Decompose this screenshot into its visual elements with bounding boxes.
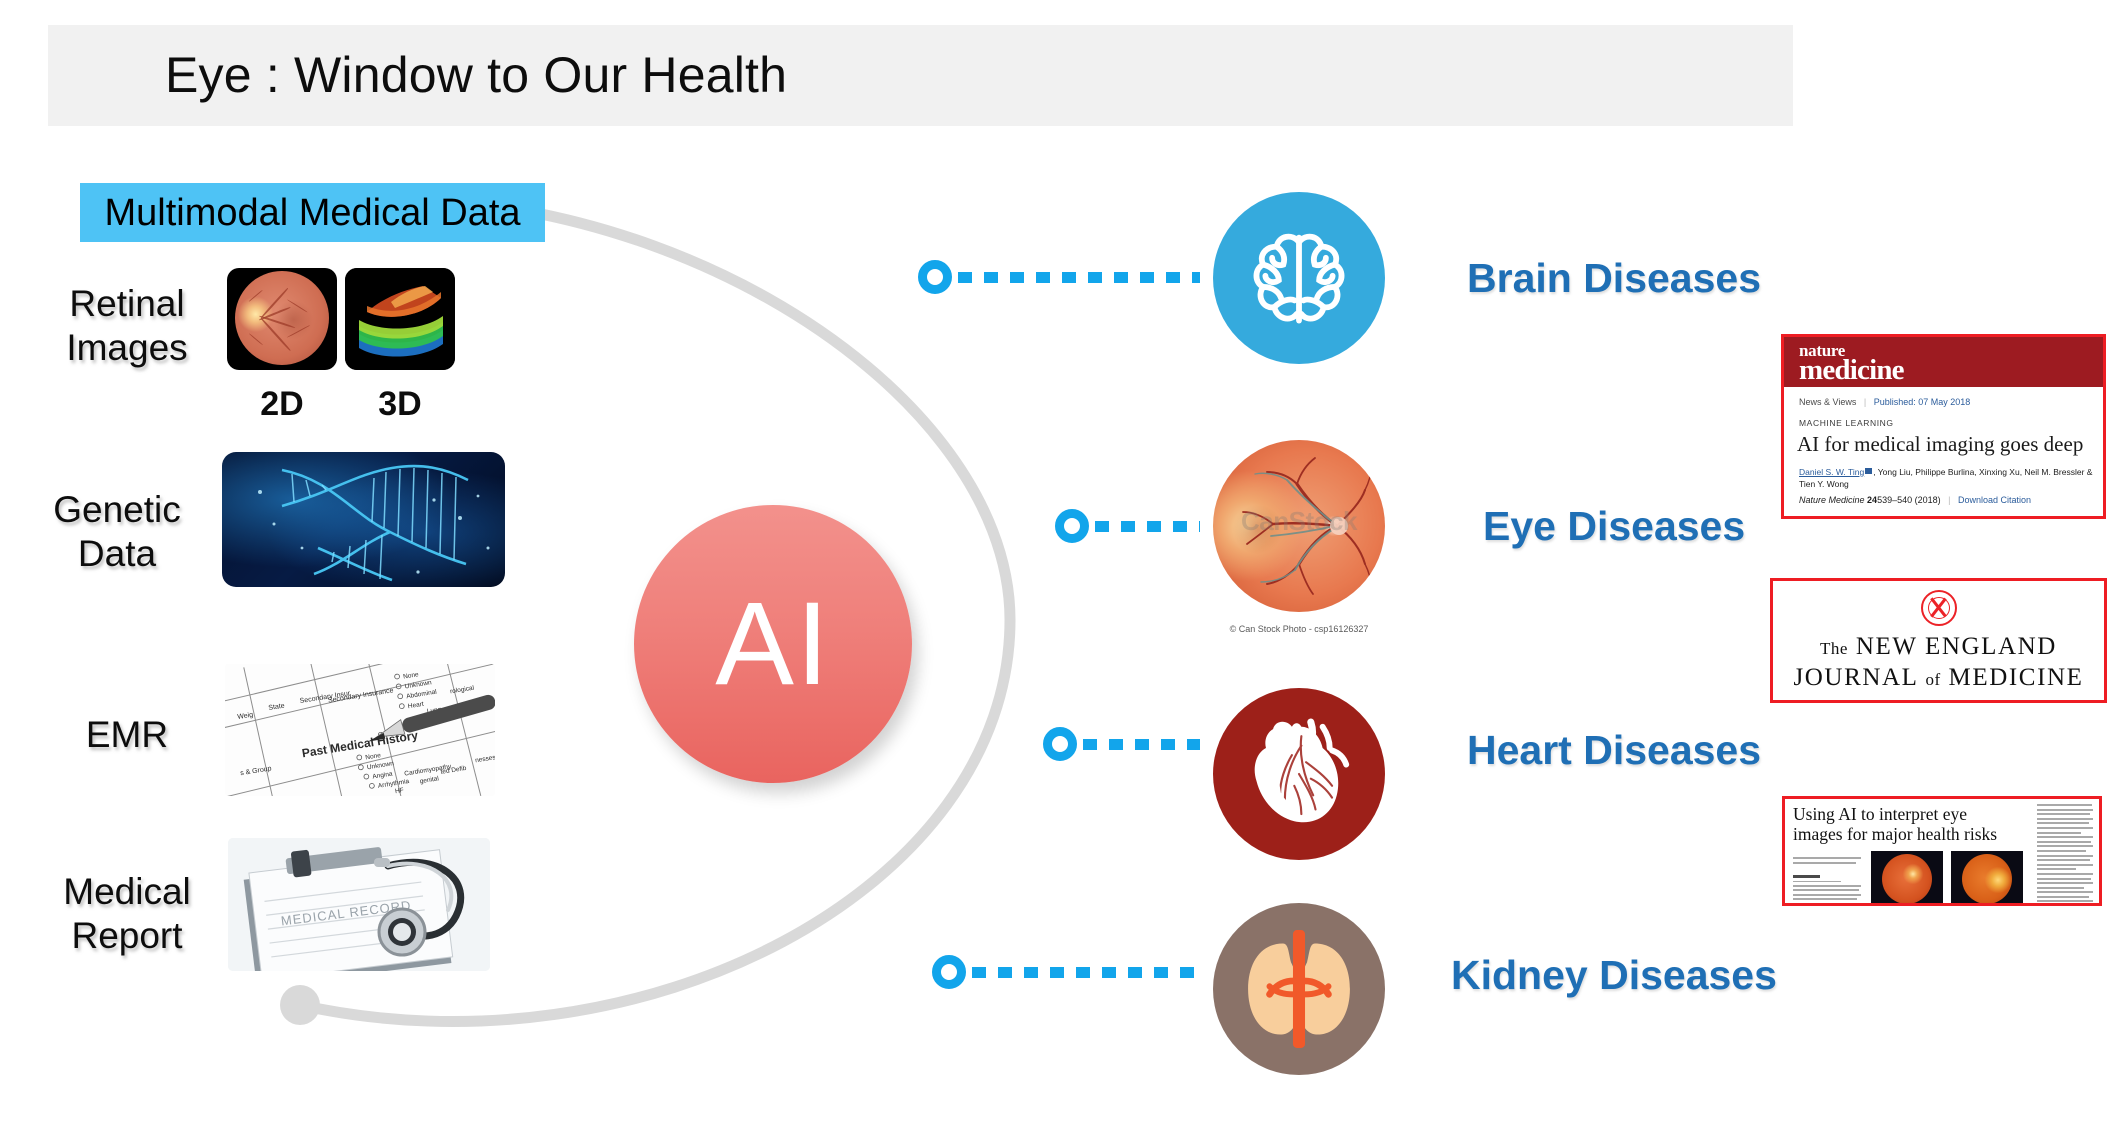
output-label-eye: Eye Diseases (1483, 503, 1746, 549)
oct-3d-surface (345, 268, 455, 370)
citation-pages: 539–540 (2018) (1877, 495, 1941, 505)
retina-3d-oct-thumbnail (345, 268, 455, 370)
news-subhead-placeholder (1793, 857, 1861, 866)
nejm-new-england: NEW ENGLAND (1855, 633, 2057, 660)
emr-form-graphic: Weig State Secondary Insur Secondary Ins… (225, 664, 495, 796)
nature-first-author: Daniel S. W. Ting (1799, 467, 1865, 477)
emr-form-thumbnail: Weig State Secondary Insur Secondary Ins… (225, 664, 495, 796)
nejm-the: The (1820, 639, 1848, 658)
fundus-image-right (1962, 854, 2012, 903)
connector-kidney (932, 955, 1200, 989)
input-label-retinal-images: Retinal Images (52, 282, 202, 370)
nature-published-date: Published: 07 May 2018 (1873, 397, 1971, 407)
medical-report-thumbnail: MEDICAL RECORD (228, 838, 490, 971)
banner-label: Multimodal Medical Data (104, 192, 521, 234)
input-label-medical-report: Medical Report (42, 870, 212, 958)
connector-heart (1043, 727, 1200, 761)
envelope-icon (1865, 468, 1873, 474)
kidney-disease-node (1213, 903, 1385, 1075)
connector-eye (1055, 509, 1200, 543)
stock-photo-caption: © Can Stock Photo - csp16126327 (1229, 624, 1369, 634)
stock-watermark: CanStock (1241, 506, 1357, 536)
ai-label: AI (715, 578, 831, 710)
download-citation-link[interactable]: Download Citation (1958, 495, 2031, 505)
nejm-medicine: MEDICINE (1948, 664, 2084, 691)
connector-dashes-kidney (972, 967, 1200, 978)
connector-ring-kidney (932, 955, 966, 989)
retina-3d-caption: 3D (378, 385, 422, 423)
genetic-label-line1: Genetic (53, 489, 181, 530)
citation-separator: | (1948, 495, 1951, 505)
citation-journal: Nature Medicine (1799, 495, 1865, 505)
dna-helix-graphic (258, 464, 490, 582)
nejm-seal-icon (1920, 590, 1957, 626)
nejm-logo-line2: JOURNAL of MEDICINE (1773, 664, 2104, 692)
output-label-heart: Heart Diseases (1467, 727, 1762, 773)
connector-ring-eye (1055, 509, 1089, 543)
report-label-line1: Medical (63, 871, 191, 912)
citation-volume: 24 (1867, 495, 1878, 505)
heart-disease-node (1213, 688, 1385, 860)
connector-dashes-heart (1083, 739, 1200, 750)
nature-citation: Nature Medicine 24539–540 (2018) | Downl… (1799, 495, 2031, 505)
input-label-genetic-data: Genetic Data (32, 488, 202, 576)
clipboard-stethoscope-graphic: MEDICAL RECORD (228, 838, 490, 971)
connector-brain (918, 260, 1200, 294)
nejm-logo-line1: The NEW ENGLAND (1773, 633, 2104, 661)
news-body-text-left (1793, 875, 1861, 903)
news-fundus-photo-right (1951, 851, 2023, 903)
meta-separator: | (1863, 397, 1867, 407)
ai-core-node: AI (634, 505, 912, 783)
nature-category: MACHINE LEARNING (1799, 418, 1894, 428)
genetic-label-line2: Data (77, 533, 157, 574)
connector-ring-heart (1043, 727, 1077, 761)
nejm-seal-inner-ring (1927, 597, 1950, 619)
multimodal-data-banner: Multimodal Medical Data (80, 183, 545, 242)
report-label-line2: Report (71, 915, 183, 956)
svg-text:HF: HF (395, 787, 405, 795)
eye-disease-node: CanStock (1213, 440, 1385, 612)
news-fundus-photo-left (1871, 851, 1943, 903)
output-label-kidney: Kidney Diseases (1451, 952, 1777, 998)
nature-article-meta: News & Views | Published: 07 May 2018 (1799, 397, 1970, 407)
emr-label: EMR (85, 714, 169, 755)
nature-medicine-masthead: nature medicine (1784, 337, 2103, 387)
nature-authors: Daniel S. W. Ting, Yong Liu, Philippe Bu… (1799, 466, 2095, 490)
dna-helix-thumbnail (222, 452, 505, 587)
connector-dashes-eye (1095, 521, 1200, 532)
connector-ring-brain (918, 260, 952, 294)
retinal-label-line1: Retinal (69, 283, 185, 324)
nature-medicine-panel: nature medicine News & Views | Published… (1781, 334, 2106, 519)
retina-2d-caption: 2D (260, 385, 304, 423)
nejm-panel: The NEW ENGLAND JOURNAL of MEDICINE (1770, 578, 2107, 703)
news-clipping-panel: Using AI to interpret eye images for maj… (1782, 796, 2102, 906)
nejm-of: of (1925, 670, 1941, 689)
brain-icon (1253, 233, 1345, 324)
fundus-2d-image (235, 271, 329, 365)
news-body-text-right (2037, 804, 2093, 903)
slide-canvas: Eye : Window to Our Health Multimodal Me… (0, 0, 2116, 1130)
input-label-emr: EMR (52, 713, 202, 757)
medicine-wordmark: medicine (1799, 354, 1905, 386)
page-title: Eye : Window to Our Health (165, 47, 788, 103)
news-headline: Using AI to interpret eye images for maj… (1793, 804, 1998, 844)
nature-headline: AI for medical imaging goes deep (1797, 432, 2084, 456)
fundus-image-left (1882, 854, 1932, 903)
heart-icon (1254, 718, 1350, 823)
retina-2d-thumbnail (227, 268, 337, 370)
output-label-brain: Brain Diseases (1467, 255, 1762, 301)
kidney-icon (1248, 930, 1350, 1048)
connector-dashes-brain (958, 272, 1200, 283)
brain-disease-node (1213, 192, 1385, 364)
nature-section: News & Views (1799, 397, 1857, 407)
nejm-journal: JOURNAL (1793, 664, 1918, 691)
retinal-label-line2: Images (66, 327, 188, 368)
